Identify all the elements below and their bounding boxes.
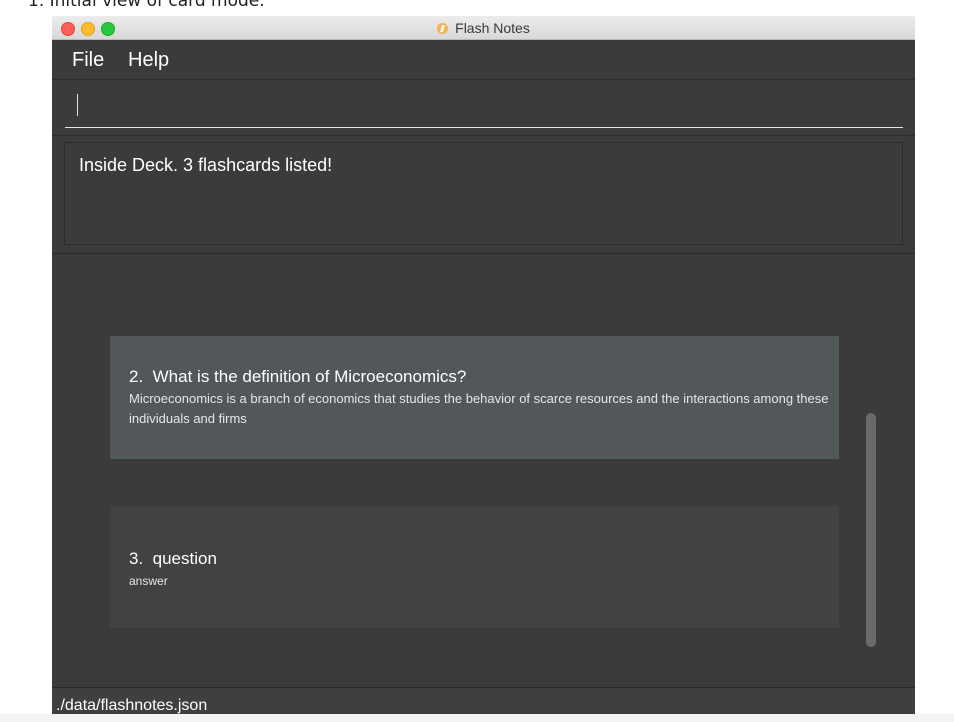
- flashcard-index: 3.: [129, 549, 144, 568]
- flashcard-list[interactable]: 2. What is the definition of Microeconom…: [52, 254, 915, 687]
- flashcard-answer: Microeconomics is a branch of economics …: [129, 391, 829, 426]
- result-display-area: Inside Deck. 3 flashcards listed!: [52, 136, 915, 254]
- menu-help[interactable]: Help: [128, 49, 169, 72]
- flashcard-item[interactable]: 3. question answer: [110, 506, 839, 628]
- text-caret: [77, 94, 78, 116]
- page-caption: 1. Initial view of card mode.: [28, 0, 265, 11]
- app-window: Flash Notes File Help Inside Deck. 3 fla…: [52, 16, 915, 722]
- flashcard-index: 2.: [129, 367, 144, 386]
- flashcard-question-line: 3. question: [129, 549, 217, 569]
- command-input[interactable]: [65, 88, 903, 128]
- flashcard-question-line: 2. What is the definition of Microeconom…: [129, 367, 466, 387]
- save-location-path: ./data/flashnotes.json: [56, 697, 208, 714]
- title-bar: Flash Notes: [52, 16, 915, 40]
- window-title-wrap: Flash Notes: [52, 16, 915, 40]
- flashcard-item-selected[interactable]: 2. What is the definition of Microeconom…: [110, 336, 839, 459]
- result-message: Inside Deck. 3 flashcards listed!: [79, 155, 333, 175]
- list-scrollbar[interactable]: [866, 413, 876, 647]
- command-box-area: [52, 80, 915, 136]
- page-bottom-strip: [0, 714, 954, 722]
- flashcard-question: What is the definition of Microeconomics…: [152, 367, 467, 386]
- flashcard-question: question: [152, 549, 217, 568]
- menu-file[interactable]: File: [72, 49, 104, 72]
- lightning-icon: [437, 22, 449, 34]
- flashcard-answer: answer: [129, 574, 168, 588]
- menu-bar: File Help: [52, 40, 915, 80]
- result-display: Inside Deck. 3 flashcards listed!: [64, 142, 903, 245]
- window-title: Flash Notes: [455, 20, 530, 36]
